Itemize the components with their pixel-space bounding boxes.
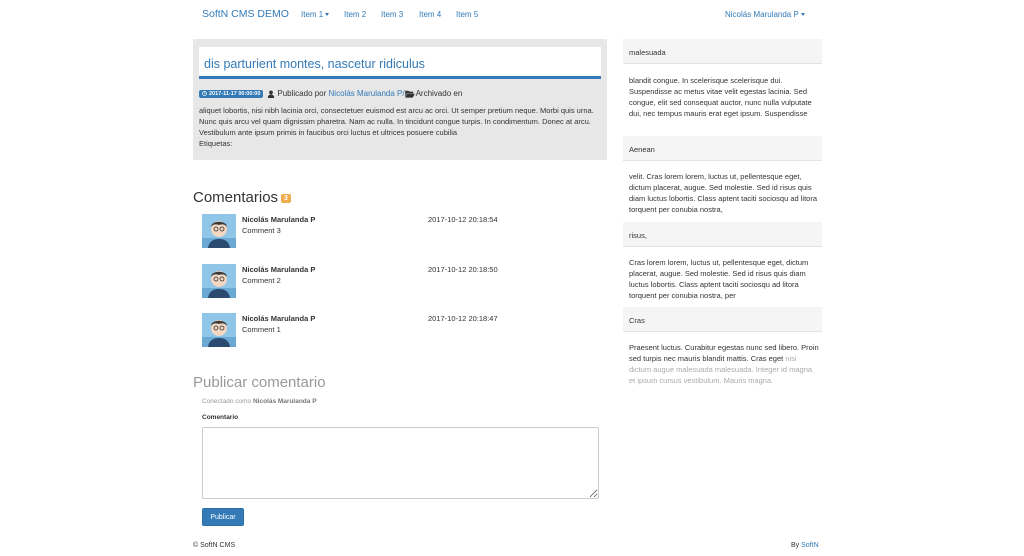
comment-item: Nicolás Marulanda P Comment 2 2017-10-12…	[202, 264, 602, 298]
publish-button[interactable]: Publicar	[202, 508, 244, 526]
sidebar-post-title[interactable]: Aenean	[623, 136, 822, 161]
navbar: SoftN CMS DEMO Item 1 Item 2 Item 3 Item…	[0, 0, 1024, 28]
caret-down-icon	[800, 13, 805, 17]
footer-credit-prefix: By	[791, 542, 800, 549]
comments-heading-text: Comentarios	[193, 189, 279, 206]
published-by-label: Publicado por	[277, 89, 327, 98]
caret-down-icon	[325, 13, 330, 17]
comment-text: Comment 3	[242, 226, 281, 235]
nav-item-5[interactable]: Item 5	[456, 10, 478, 19]
avatar	[202, 313, 236, 347]
nav-item-2[interactable]: Item 2	[344, 10, 366, 19]
sidebar-post-title-text: Aenean	[629, 145, 655, 154]
sidebar-post-title-text: malesuada	[629, 48, 666, 57]
comment-date: 2017-10-12 20:18:50	[428, 265, 498, 274]
comment-text: Comment 1	[242, 325, 281, 334]
comment-date: 2017-10-12 20:18:47	[428, 314, 498, 323]
post-body: aliquet lobortis, nisi nibh lacinia orci…	[199, 105, 601, 149]
comment-textarea[interactable]	[202, 427, 599, 499]
post-title[interactable]: dis parturient montes, nascetur ridiculu…	[204, 57, 425, 71]
nav-item-3[interactable]: Item 3	[381, 10, 403, 19]
sidebar-post-title[interactable]: risus,	[623, 222, 822, 247]
post-date: 2017-11-17 00:00:00	[209, 90, 261, 97]
sidebar-post-title-text: Cras	[629, 316, 645, 325]
comment-field-label: Comentario	[202, 414, 239, 421]
sidebar-post-title[interactable]: malesuada	[623, 39, 822, 64]
comment-author: Nicolás Marulanda P	[242, 265, 316, 274]
footer-credit-link[interactable]: SoftN	[801, 542, 819, 549]
nav-item-1[interactable]: Item 1	[301, 10, 330, 19]
comment-item: Nicolás Marulanda P Comment 3 2017-10-12…	[202, 214, 602, 248]
post-title-box: dis parturient montes, nascetur ridiculu…	[199, 47, 601, 79]
post-panel: dis parturient montes, nascetur ridiculu…	[193, 39, 607, 160]
folder-open-icon	[404, 90, 415, 98]
avatar	[202, 214, 236, 248]
comments-heading: Comentarios 3	[193, 189, 291, 206]
sidebar-post-title[interactable]: Cras	[623, 307, 822, 332]
sidebar-post-title-text: risus,	[629, 231, 647, 240]
user-menu[interactable]: Nicolás Marulanda P	[725, 10, 805, 19]
comment-author: Nicolás Marulanda P	[242, 314, 316, 323]
logged-prefix: Conectado como	[202, 398, 252, 405]
footer-credit: By SoftN	[791, 542, 819, 549]
avatar	[202, 264, 236, 298]
post-meta: 2017-11-17 00:00:00 Publicado por Nicolá…	[199, 89, 462, 98]
comment-author: Nicolás Marulanda P	[242, 215, 316, 224]
logged-in-as: Conectado como Nicolás Marulanda P	[202, 398, 317, 405]
user-icon	[268, 90, 275, 98]
nav-item-4[interactable]: Item 4	[419, 10, 441, 19]
archived-label: Archivado en	[415, 89, 463, 98]
footer-copyright: © SoftN CMS	[193, 542, 236, 549]
clock-icon	[202, 91, 207, 96]
brand-link[interactable]: SoftN CMS DEMO	[202, 8, 289, 20]
nav-item-1-label: Item 1	[301, 10, 324, 19]
user-menu-label: Nicolás Marulanda P	[725, 10, 799, 19]
post-author-link[interactable]: Nicolás Marulanda P	[329, 89, 403, 98]
post-body-text: aliquet lobortis, nisi nibh lacinia orci…	[199, 106, 594, 137]
sidebar-post-excerpt: Cras lorem lorem, luctus ut, pellentesqu…	[629, 258, 809, 300]
comment-date: 2017-10-12 20:18:54	[428, 215, 498, 224]
sidebar-post-excerpt: Praesent luctus. Curabitur egestas nunc …	[629, 342, 819, 386]
tags-label: Etiquetas:	[199, 139, 233, 148]
logged-user: Nicolás Marulanda P	[252, 398, 317, 405]
sidebar-post-excerpt: velit. Cras lorem lorem, luctus ut, pell…	[629, 172, 818, 214]
sidebar-post-excerpt: blandit congue. In scelerisque scelerisq…	[629, 76, 812, 118]
post-date-badge: 2017-11-17 00:00:00	[199, 89, 264, 98]
comments-count-badge: 3	[281, 193, 291, 203]
publish-comment-heading: Publicar comentario	[193, 374, 326, 391]
comment-item: Nicolás Marulanda P Comment 1 2017-10-12…	[202, 313, 602, 347]
comment-text: Comment 2	[242, 276, 281, 285]
